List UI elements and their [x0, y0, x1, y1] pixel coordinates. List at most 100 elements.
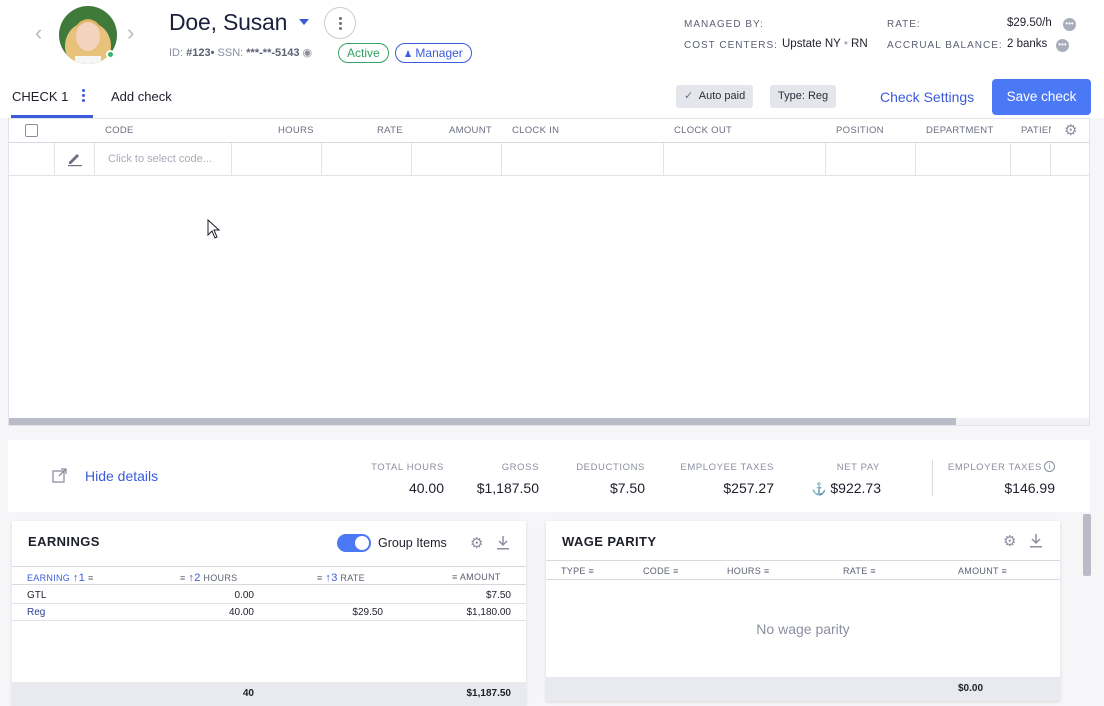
accrual-balance-label: ACCRUAL BALANCE:	[887, 40, 1003, 51]
wage-parity-total-amount: $0.00	[958, 683, 984, 694]
total-hours-value: 40.00	[408, 480, 444, 496]
next-employee-icon[interactable]: ›	[127, 22, 134, 44]
mouse-cursor-icon	[207, 218, 221, 242]
wage-parity-column-code[interactable]: CODE ≡	[643, 566, 679, 576]
table-row[interactable]: Reg 40.00 $29.50 $1,180.00	[12, 604, 526, 621]
add-check-button[interactable]: Add check	[111, 89, 172, 104]
gross-value: $1,187.50	[476, 480, 539, 496]
status-badge: Active	[338, 43, 389, 63]
earning-hours: 40.00	[228, 607, 254, 618]
wage-parity-settings-gear-icon[interactable]: ⚙	[1003, 532, 1016, 550]
column-header-department[interactable]: DEPARTMENT	[926, 125, 994, 136]
info-icon[interactable]: i	[1044, 461, 1055, 472]
earnings-total-hours: 40	[242, 688, 254, 699]
hide-details-link[interactable]: Hide details	[85, 468, 158, 484]
earning-rate: $29.50	[352, 607, 383, 618]
vertical-scrollbar-thumb[interactable]	[1083, 514, 1091, 576]
wage-parity-empty-state: No wage parity	[756, 621, 850, 637]
type-chip[interactable]: Type: Reg	[770, 85, 837, 108]
earnings-column-rate[interactable]: ≡ ↑3 RATE	[317, 572, 365, 584]
accrual-more-icon[interactable]: •••	[1056, 39, 1069, 52]
accrual-balance-value: 2 banks	[1007, 38, 1048, 50]
tab-check-1[interactable]: CHECK 1	[12, 89, 68, 104]
wage-parity-footer: $0.00	[546, 677, 1060, 701]
earnings-total-amount: $1,187.50	[466, 688, 512, 699]
cost-center-primary: Upstate NY	[782, 38, 841, 50]
employee-name: Doe, Susan	[169, 9, 288, 35]
check-tabs-bar: CHECK 1 Add check ✓ Auto paid Type: Reg …	[0, 78, 1104, 118]
check-icon: ✓	[684, 90, 694, 102]
check-lines-grid: CODE HOURS RATE AMOUNT CLOCK IN CLOCK OU…	[8, 118, 1090, 426]
external-link-icon[interactable]	[52, 468, 67, 486]
earnings-column-earning[interactable]: EARNING ↑1 ≡	[27, 572, 94, 584]
column-header-position[interactable]: POSITION	[836, 125, 884, 136]
wage-parity-column-amount[interactable]: AMOUNT ≡	[958, 566, 1007, 576]
wage-parity-column-rate[interactable]: RATE ≡	[843, 566, 876, 576]
earnings-footer: 40 $1,187.50	[12, 682, 526, 706]
column-header-code[interactable]: CODE	[105, 125, 134, 136]
check-settings-link[interactable]: Check Settings	[880, 89, 974, 105]
employee-taxes-label: EMPLOYEE TAXES	[680, 462, 774, 473]
wage-parity-title: WAGE PARITY	[562, 534, 657, 549]
grid-settings-gear-icon[interactable]: ⚙	[1064, 121, 1077, 139]
eye-icon[interactable]: ◉	[303, 47, 313, 59]
id-label: ID:	[169, 47, 184, 59]
earnings-panel: EARNINGS Group Items ⚙ EARNING ↑1 ≡ ≡ ↑2…	[12, 521, 526, 706]
rate-label: RATE:	[887, 19, 921, 30]
earnings-column-amount[interactable]: ≡ AMOUNT	[452, 572, 501, 582]
cost-centers-label: COST CENTERS:	[684, 40, 778, 51]
role-badge: ♟ Manager	[395, 43, 472, 63]
employee-taxes-value: $257.27	[723, 480, 774, 496]
save-check-button[interactable]: Save check	[992, 79, 1091, 115]
group-items-toggle[interactable]	[337, 534, 371, 552]
wage-parity-download-icon[interactable]	[1029, 533, 1043, 552]
earnings-title: EARNINGS	[28, 534, 100, 549]
group-items-label: Group Items	[378, 536, 447, 550]
person-icon: ♟	[404, 49, 413, 59]
wage-parity-column-type[interactable]: TYPE ≡	[561, 566, 594, 576]
select-all-checkbox[interactable]	[25, 124, 38, 137]
net-pay-value: ⚓ $922.73	[812, 480, 881, 496]
rate-more-icon[interactable]: •••	[1063, 18, 1076, 31]
role-badge-label: Manager	[415, 46, 463, 60]
earning-code: GTL	[27, 590, 47, 601]
earnings-download-icon[interactable]	[496, 535, 510, 554]
edit-pencil-icon[interactable]	[66, 151, 84, 167]
earning-amount: $7.50	[485, 590, 511, 601]
previous-employee-icon[interactable]: ‹	[35, 22, 42, 44]
more-options-button[interactable]	[324, 7, 356, 39]
horizontal-scrollbar-thumb[interactable]	[9, 418, 956, 425]
chevron-down-icon[interactable]	[299, 19, 309, 25]
earning-amount: $1,180.00	[466, 607, 512, 618]
auto-paid-chip[interactable]: ✓ Auto paid	[676, 85, 754, 108]
cost-center-secondary: RN	[851, 38, 868, 50]
managed-by-label: MANAGED BY:	[684, 19, 764, 30]
column-header-clock-in[interactable]: CLOCK IN	[512, 125, 559, 136]
net-pay-label: NET PAY	[836, 462, 880, 473]
rate-value: $29.50/h	[1007, 17, 1052, 29]
earning-code: Reg	[27, 607, 46, 618]
code-select-input[interactable]: Click to select code...	[108, 153, 212, 165]
wage-parity-column-hours[interactable]: HOURS ≡	[727, 566, 769, 576]
column-header-clock-out[interactable]: CLOCK OUT	[674, 125, 732, 136]
table-row: Click to select code...	[9, 143, 1089, 176]
column-header-amount[interactable]: AMOUNT	[449, 125, 492, 136]
tab-options-icon[interactable]	[82, 89, 85, 103]
online-status-dot	[106, 50, 115, 59]
auto-paid-label: Auto paid	[698, 90, 746, 102]
deductions-value: $7.50	[609, 480, 645, 496]
earnings-column-hours[interactable]: ≡ ↑2 HOURS	[180, 572, 237, 584]
column-header-rate[interactable]: RATE	[377, 125, 403, 136]
gross-label: GROSS	[501, 462, 539, 473]
column-header-hours[interactable]: HOURS	[278, 125, 314, 136]
column-header-patient[interactable]: PATIEN	[1021, 125, 1051, 136]
deductions-label: DEDUCTIONS	[576, 462, 645, 473]
earning-hours: 0.00	[234, 590, 254, 601]
total-hours-label: TOTAL HOURS	[371, 462, 444, 473]
table-row[interactable]: GTL 0.00 $7.50	[12, 587, 526, 604]
ssn-label: SSN:	[217, 47, 244, 59]
earnings-settings-gear-icon[interactable]: ⚙	[470, 534, 483, 552]
employer-taxes-label: EMPLOYER TAXES	[947, 462, 1042, 473]
wage-parity-panel: WAGE PARITY ⚙ TYPE ≡ CODE ≡ HOURS ≡ RATE…	[546, 521, 1060, 701]
employee-id: #123	[186, 47, 211, 59]
